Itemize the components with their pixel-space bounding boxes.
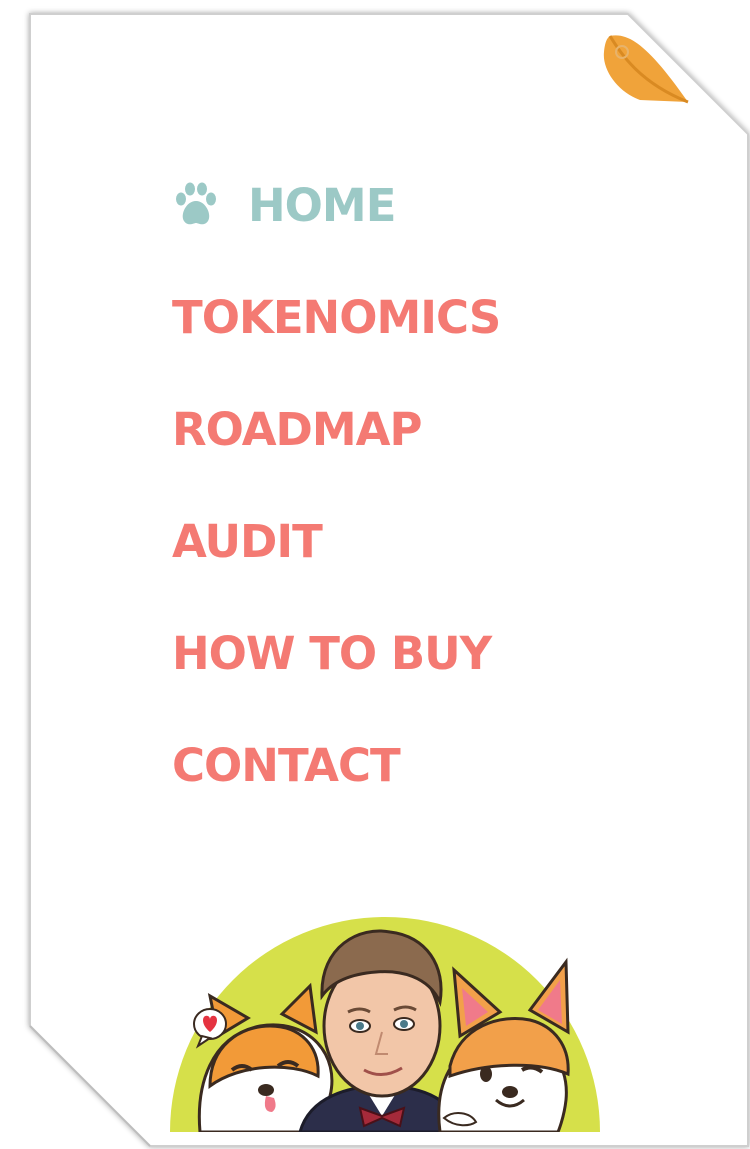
paw-icon (176, 182, 216, 225)
nav-item-home[interactable]: HOME (172, 170, 500, 240)
nav-item-roadmap[interactable]: ROADMAP (172, 394, 500, 464)
mascot-illustration (170, 917, 600, 1132)
nav-label-how-to-buy: HOW TO BUY (172, 626, 492, 680)
nav-item-contact[interactable]: CONTACT (172, 730, 500, 800)
nav-item-how-to-buy[interactable]: HOW TO BUY (172, 618, 500, 688)
nav-item-audit[interactable]: AUDIT (172, 506, 500, 576)
nav-label-home: HOME (248, 178, 396, 232)
nav-item-tokenomics[interactable]: TOKENOMICS (172, 282, 501, 352)
nav-label-tokenomics: TOKENOMICS (172, 290, 501, 344)
nav-label-contact: CONTACT (172, 738, 401, 792)
folded-corner-icon[interactable] (600, 30, 690, 110)
mobile-menu-page: HOME TOKENOMICS ROADMAP AUDIT HOW TO BUY… (0, 0, 750, 1149)
nav-label-audit: AUDIT (172, 514, 323, 568)
nav-label-roadmap: ROADMAP (172, 402, 422, 456)
main-nav: HOME TOKENOMICS ROADMAP AUDIT HOW TO BUY… (172, 170, 501, 842)
